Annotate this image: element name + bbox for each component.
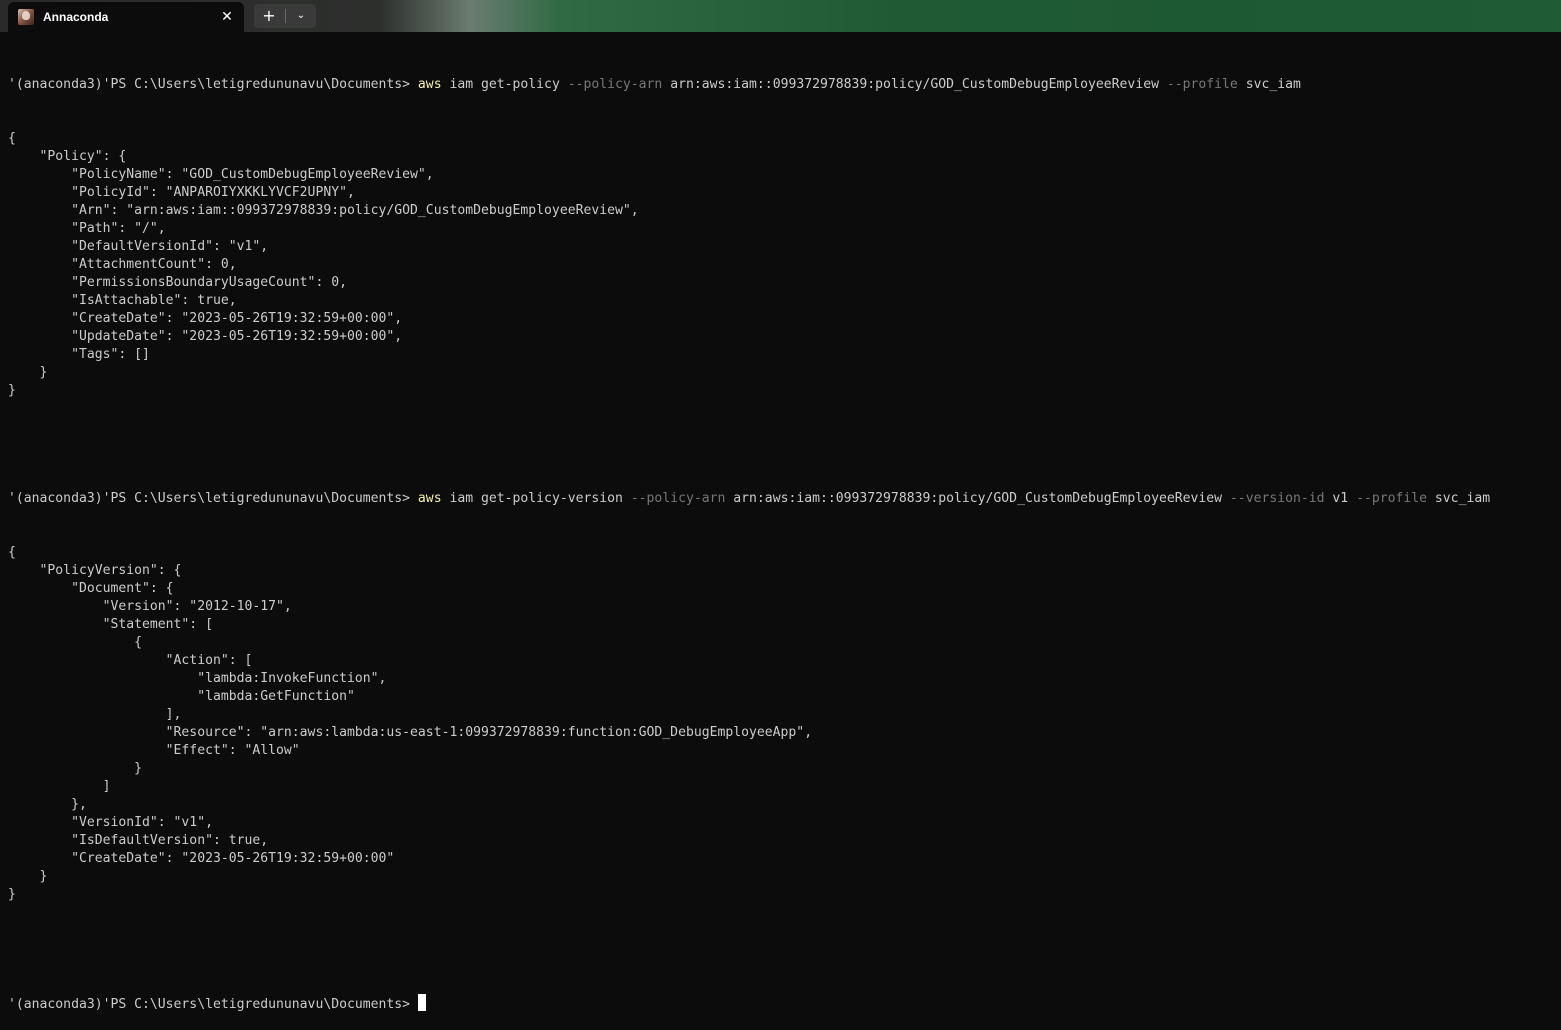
- command-value: svc_iam: [1237, 77, 1301, 92]
- output-line: "Policy": {: [8, 149, 127, 164]
- output-line: "IsAttachable": true,: [8, 293, 237, 308]
- output-line: "PolicyId": "ANPAROIYXKKLYVCF2UPNY",: [8, 185, 355, 200]
- output-line: "PermissionsBoundaryUsageCount": 0,: [8, 275, 347, 290]
- command-flag: --version-id: [1229, 491, 1325, 506]
- output-line: "PolicyVersion": {: [8, 563, 182, 578]
- output-line: "Tags": []: [8, 347, 150, 362]
- active-prompt-line[interactable]: '(anaconda3)'PS C:\Users\letigredununavu…: [8, 994, 1553, 1012]
- output-line: "CreateDate": "2023-05-26T19:32:59+00:00…: [8, 851, 395, 866]
- output-line: "DefaultVersionId": "v1",: [8, 239, 269, 254]
- prompt: '(anaconda3)'PS C:\Users\letigredununavu…: [8, 77, 418, 92]
- output-line: "AttachmentCount": 0,: [8, 257, 237, 272]
- new-tab-button[interactable]: +: [254, 4, 284, 28]
- user-avatar-icon: [18, 9, 34, 25]
- command-flag: --profile: [1356, 491, 1428, 506]
- command-program: aws: [417, 491, 442, 506]
- output-line: "Statement": [: [8, 617, 213, 632]
- prompt: '(anaconda3)'PS C:\Users\letigredununavu…: [8, 491, 418, 506]
- command-value: svc_iam: [1427, 491, 1491, 506]
- new-tab-group: + ⌄: [254, 4, 316, 28]
- output-line: "lambda:InvokeFunction",: [8, 671, 387, 686]
- output-line: "Document": {: [8, 581, 174, 596]
- command-value: v1: [1324, 491, 1357, 506]
- output-line: }: [8, 761, 143, 776]
- chevron-down-icon[interactable]: ⌄: [286, 4, 316, 28]
- tab-annaconda[interactable]: Annaconda ✕: [8, 2, 244, 32]
- command-args: iam get-policy: [441, 77, 568, 92]
- close-tab-icon[interactable]: ✕: [218, 8, 236, 26]
- command-value: arn:aws:iam::099372978839:policy/GOD_Cus…: [662, 77, 1167, 92]
- command-flag: --policy-arn: [630, 491, 726, 506]
- command-line: '(anaconda3)'PS C:\Users\letigredununavu…: [8, 76, 1553, 94]
- output-line: "Version": "2012-10-17",: [8, 599, 292, 614]
- output-line: "Path": "/",: [8, 221, 166, 236]
- output-line: "Resource": "arn:aws:lambda:us-east-1:09…: [8, 725, 813, 740]
- terminal-output[interactable]: '(anaconda3)'PS C:\Users\letigredununavu…: [8, 40, 1553, 1012]
- output-line: "PolicyName": "GOD_CustomDebugEmployeeRe…: [8, 167, 434, 182]
- tab-title: Annaconda: [43, 10, 109, 24]
- output-line: "lambda:GetFunction": [8, 689, 355, 704]
- title-bar: Annaconda ✕ + ⌄: [0, 0, 1561, 32]
- output-line: }: [8, 869, 48, 884]
- command-flag: --profile: [1166, 77, 1238, 92]
- command-flag: --policy-arn: [567, 77, 663, 92]
- output-line: ],: [8, 707, 182, 722]
- output-line: "VersionId": "v1",: [8, 815, 213, 830]
- prompt: '(anaconda3)'PS C:\Users\letigredununavu…: [8, 997, 418, 1012]
- output-line: "Arn": "arn:aws:iam::099372978839:policy…: [8, 203, 639, 218]
- text-cursor: [417, 994, 426, 1011]
- output-line: "Effect": "Allow": [8, 743, 300, 758]
- command-line: '(anaconda3)'PS C:\Users\letigredununavu…: [8, 490, 1553, 508]
- output-line: },: [8, 797, 87, 812]
- command-program: aws: [417, 77, 442, 92]
- output-line: ]: [8, 779, 111, 794]
- command-value: arn:aws:iam::099372978839:policy/GOD_Cus…: [725, 491, 1230, 506]
- output-line: {: [8, 545, 16, 560]
- output-line: "UpdateDate": "2023-05-26T19:32:59+00:00…: [8, 329, 403, 344]
- output-line: {: [8, 635, 143, 650]
- output-line: "Action": [: [8, 653, 253, 668]
- output-line: }: [8, 383, 16, 398]
- command-args: iam get-policy-version: [441, 491, 631, 506]
- output-line: }: [8, 887, 16, 902]
- output-line: {: [8, 131, 16, 146]
- output-line: "IsDefaultVersion": true,: [8, 833, 269, 848]
- output-line: }: [8, 365, 48, 380]
- output-line: "CreateDate": "2023-05-26T19:32:59+00:00…: [8, 311, 403, 326]
